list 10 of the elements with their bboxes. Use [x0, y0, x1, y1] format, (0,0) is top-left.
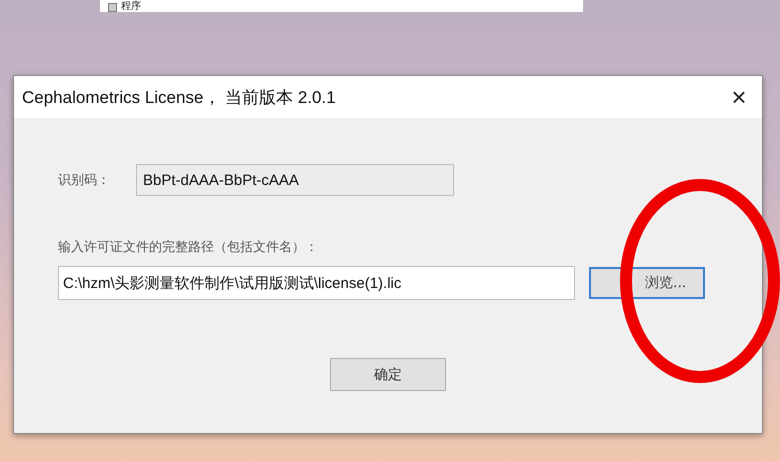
window-title: Cephalometrics License， 当前版本 2.0.1 [22, 86, 336, 108]
path-label: 输入许可证文件的完整路径（包括文件名）： [58, 239, 319, 256]
ok-button[interactable]: 确定 [330, 358, 446, 391]
path-field[interactable]: C:\hzm\头影测量软件制作\试用版测试\license(1).lic [58, 266, 575, 300]
id-label: 识别码： [58, 172, 110, 189]
id-field[interactable]: BbPt-dAAA-BbPt-cAAA [136, 164, 454, 196]
desktop-label: 程序 [121, 2, 141, 12]
browse-button[interactable]: 浏览... [589, 267, 705, 299]
close-button[interactable]: × [716, 76, 762, 118]
program-icon [108, 3, 117, 12]
